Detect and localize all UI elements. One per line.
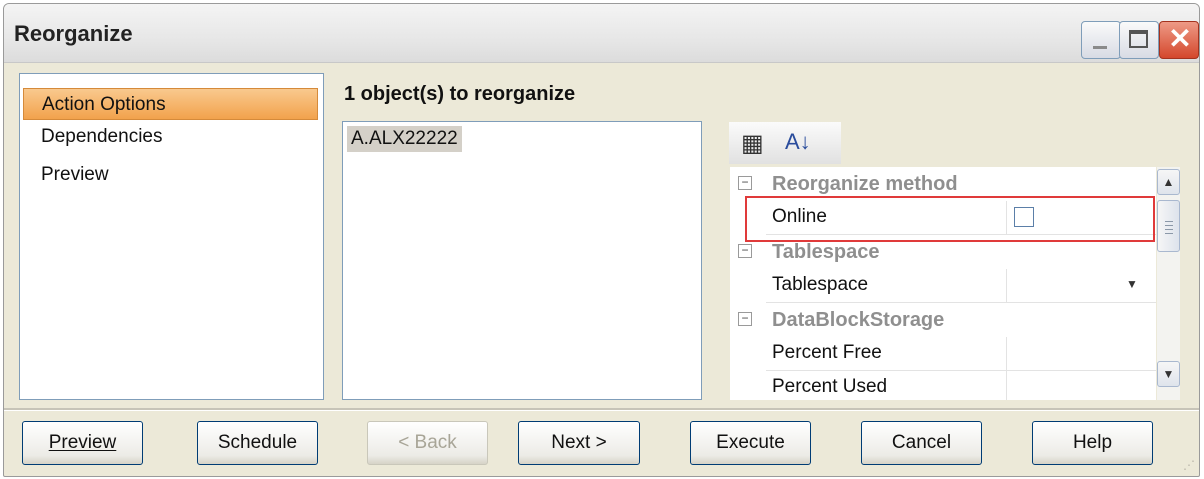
nav-item-preview[interactable]: Preview (23, 159, 318, 191)
value-divider (1006, 269, 1007, 302)
property-row-tablespace[interactable]: Tablespace ▼ (766, 269, 1156, 303)
collapse-icon[interactable]: − (738, 176, 752, 190)
maximize-icon (1129, 30, 1148, 48)
categorized-icon[interactable]: ▦ (741, 129, 764, 158)
nav-item-label: Action Options (42, 94, 166, 115)
maximize-button[interactable] (1119, 21, 1159, 59)
property-grid-toolbar: ▦ A↓ (729, 122, 841, 164)
property-name: Percent Free (772, 342, 882, 363)
schedule-button[interactable]: Schedule (197, 421, 318, 465)
category-label: Reorganize method (772, 173, 958, 195)
collapse-icon[interactable]: − (738, 312, 752, 326)
chevron-down-icon: ▼ (1162, 367, 1175, 381)
scroll-down-button[interactable]: ▼ (1157, 361, 1180, 387)
chevron-up-icon: ▲ (1162, 175, 1175, 189)
close-button[interactable]: ✕ (1159, 21, 1199, 59)
button-label: Schedule (217, 432, 298, 453)
scroll-thumb[interactable] (1157, 200, 1180, 252)
minimize-button[interactable] (1081, 21, 1121, 59)
property-name: Tablespace (772, 274, 869, 295)
alpha-sort-icon[interactable]: A↓ (785, 129, 811, 155)
help-button[interactable]: Help (1032, 421, 1153, 465)
value-divider (1006, 371, 1007, 400)
nav-item-dependencies[interactable]: Dependencies (23, 121, 318, 153)
online-highlight-box (745, 196, 1155, 242)
objects-heading: 1 object(s) to reorganize (344, 83, 576, 105)
button-label: Cancel (891, 432, 952, 453)
button-label: Help (1072, 432, 1113, 453)
grip-line (1165, 221, 1173, 222)
button-separator (4, 408, 1199, 411)
list-item[interactable]: A.ALX22222 (347, 126, 462, 152)
execute-button[interactable]: Execute (690, 421, 811, 465)
nav-item-label: Dependencies (41, 126, 163, 147)
back-button[interactable]: < Back (367, 421, 488, 465)
nav-item-action-options[interactable]: Action Options (23, 88, 318, 120)
title-bar[interactable]: Reorganize ✕ (4, 4, 1199, 63)
cancel-button[interactable]: Cancel (861, 421, 982, 465)
grip-line (1165, 225, 1173, 226)
button-label: Execute (716, 432, 785, 453)
reorganize-dialog: Reorganize ✕ Action Options Dependencies… (3, 3, 1200, 477)
objects-list[interactable]: A.ALX22222 (342, 121, 702, 400)
step-navigation: Action Options Dependencies Preview (19, 73, 324, 400)
button-label: Next > (551, 432, 607, 453)
button-label: Preview (48, 432, 117, 453)
scroll-up-button[interactable]: ▲ (1157, 169, 1180, 195)
property-name: Percent Used (772, 376, 888, 397)
minimize-icon (1093, 46, 1107, 49)
collapse-icon[interactable]: − (738, 244, 752, 258)
property-grid-scrollbar[interactable]: ▲ ▼ (1157, 167, 1180, 400)
close-icon: ✕ (1168, 23, 1192, 54)
category-datablockstorage[interactable]: − DataBlockStorage (730, 303, 1156, 337)
resize-grip-icon[interactable]: ⋰ (1183, 458, 1195, 472)
next-button[interactable]: Next > (518, 421, 640, 465)
preview-button[interactable]: Preview (22, 421, 143, 465)
category-label: DataBlockStorage (772, 309, 945, 331)
property-row-percent-used[interactable]: Percent Used (766, 371, 1156, 400)
grip-line (1165, 229, 1173, 230)
dropdown-arrow-icon[interactable]: ▼ (1126, 277, 1138, 291)
property-row-percent-free[interactable]: Percent Free (766, 337, 1156, 371)
nav-item-label: Preview (41, 164, 109, 185)
value-divider (1006, 337, 1007, 370)
category-label: Tablespace (772, 241, 880, 263)
window-title: Reorganize (14, 21, 133, 46)
grip-line (1165, 233, 1173, 234)
button-label: < Back (398, 432, 457, 453)
